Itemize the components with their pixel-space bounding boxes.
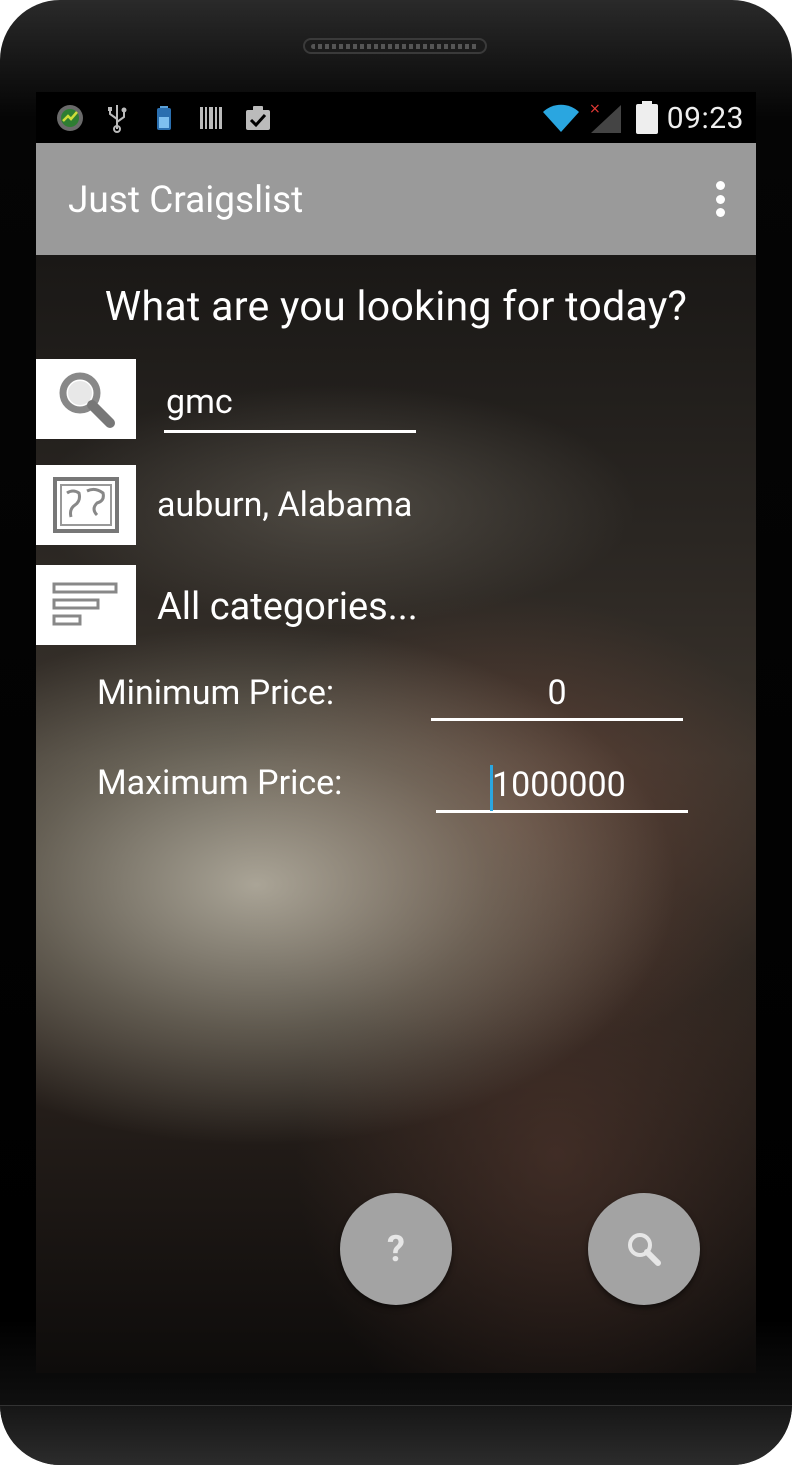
search-icon <box>628 1233 661 1266</box>
max-price-value: 1000000 <box>492 765 626 805</box>
max-price-label: Maximum Price: <box>97 763 343 803</box>
status-left-icons <box>54 102 289 134</box>
device-screen: × 09:23 Just Craigslist What are you loo… <box>36 92 756 1373</box>
clipboard-check-icon <box>242 102 274 134</box>
app-icon <box>54 102 86 134</box>
help-icon: ? <box>387 1228 405 1270</box>
overflow-menu-icon[interactable] <box>714 181 726 217</box>
location-selector[interactable]: auburn, Alabama <box>157 485 412 525</box>
search-input[interactable]: gmc <box>164 373 416 433</box>
svg-text:×: × <box>589 101 601 117</box>
min-price-label: Minimum Price: <box>97 673 335 713</box>
signal-icon: × <box>587 101 625 135</box>
location-icon-box[interactable] <box>36 465 136 545</box>
earpiece-speaker <box>303 38 487 54</box>
status-time: 09:23 <box>666 100 744 136</box>
text-cursor <box>490 765 493 811</box>
search-icon-box[interactable] <box>36 359 136 439</box>
page-headline: What are you looking for today? <box>104 283 688 331</box>
map-icon <box>53 477 119 533</box>
usb-icon <box>101 102 133 134</box>
barcode-icon <box>195 102 227 134</box>
battery-small-icon <box>148 102 180 134</box>
status-bar: × 09:23 <box>36 92 756 143</box>
search-button[interactable] <box>588 1193 700 1305</box>
category-list-icon <box>52 582 118 626</box>
status-right-icons: × 09:23 <box>541 98 744 138</box>
min-price-input[interactable]: 0 <box>431 665 683 721</box>
search-icon <box>59 372 115 428</box>
phone-bottom-bezel <box>0 1405 792 1465</box>
category-icon-box[interactable] <box>36 565 136 645</box>
category-selector[interactable]: All categories... <box>157 585 418 629</box>
wifi-icon <box>541 102 581 134</box>
battery-icon <box>635 101 659 135</box>
phone-frame: × 09:23 Just Craigslist What are you loo… <box>0 0 792 1465</box>
help-button[interactable]: ? <box>340 1193 452 1305</box>
app-bar: Just Craigslist <box>36 143 756 255</box>
max-price-input[interactable]: 1000000 <box>436 757 688 813</box>
app-title: Just Craigslist <box>68 179 304 222</box>
search-form: What are you looking for today? gmc aubu… <box>36 255 756 1373</box>
